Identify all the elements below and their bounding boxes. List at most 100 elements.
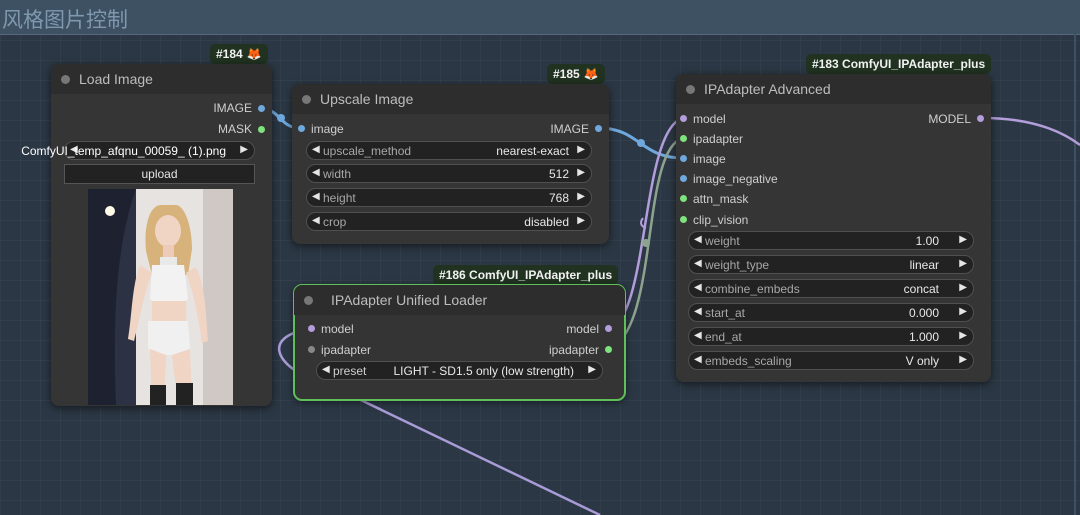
node-upscale-image[interactable]: Upscale Image image IMAGE ◀ upscale_meth… (292, 84, 609, 244)
triangle-left-icon[interactable]: ◀ (694, 330, 702, 341)
node-header[interactable]: Upscale Image (292, 84, 609, 114)
collapse-dot-icon[interactable] (686, 85, 695, 94)
collapse-dot-icon[interactable] (302, 95, 311, 104)
group-header[interactable]: 风格图片控制 (0, 0, 1080, 35)
triangle-right-icon[interactable]: ▶ (240, 144, 248, 155)
node-id-badge: #184 🦊 (210, 44, 268, 64)
input-ipadapter-label: ipadapter (321, 343, 372, 357)
triangle-right-icon[interactable]: ▶ (959, 354, 967, 365)
input-attn-mask-dot[interactable] (680, 195, 687, 202)
output-model-dot[interactable] (605, 325, 612, 332)
collapse-dot-icon[interactable] (304, 296, 313, 305)
triangle-right-icon[interactable]: ▶ (959, 282, 967, 293)
input-ipadapter-dot[interactable] (680, 135, 687, 142)
input-ipadapter-dot[interactable] (308, 346, 315, 353)
node-title: IPAdapter Advanced (704, 81, 831, 97)
fox-icon: 🦊 (583, 67, 599, 81)
input-image-negative-dot[interactable] (680, 175, 687, 182)
widget-start-at[interactable]: ◀ start_at 0.000 ▶ (688, 303, 974, 322)
widget-combine-embeds[interactable]: ◀ combine_embeds concat ▶ (688, 279, 974, 298)
triangle-left-icon[interactable]: ◀ (312, 144, 320, 155)
node-ipadapter-unified-loader[interactable]: IPAdapter Unified Loader model ipadapter… (293, 284, 626, 401)
widget-label: weight (705, 234, 740, 248)
node-ipadapter-advanced[interactable]: IPAdapter Advanced model ipadapter image… (676, 74, 991, 382)
input-model-dot[interactable] (680, 115, 687, 122)
widget-label: crop (323, 215, 347, 229)
output-model-dot[interactable] (977, 115, 984, 122)
input-image-dot[interactable] (298, 125, 305, 132)
input-attn-mask-label: attn_mask (693, 192, 749, 206)
fox-icon: 🦊 (246, 47, 262, 61)
node-title: Load Image (79, 71, 153, 87)
widget-value: 1.00 (915, 234, 939, 248)
triangle-right-icon[interactable]: ▶ (577, 191, 585, 202)
node-id-badge: #183 ComfyUI_IPAdapter_plus (806, 54, 992, 74)
node-header[interactable]: Load Image (51, 64, 272, 94)
image-select[interactable]: ◀ ComfyUI_temp_afqnu_00059_ (1).png ▶ (21, 141, 255, 160)
triangle-right-icon[interactable]: ▶ (959, 234, 967, 245)
output-image-dot[interactable] (258, 105, 265, 112)
triangle-left-icon[interactable]: ◀ (694, 234, 702, 245)
image-preview-picture (88, 189, 233, 405)
triangle-right-icon[interactable]: ▶ (577, 215, 585, 226)
output-mask-label: MASK (217, 122, 252, 136)
widget-label: upscale_method (323, 144, 412, 158)
widget-crop[interactable]: ◀ crop disabled ▶ (306, 212, 592, 231)
widget-value: 1.000 (908, 330, 939, 344)
triangle-left-icon[interactable]: ◀ (312, 191, 320, 202)
widget-upscale-method[interactable]: ◀ upscale_method nearest-exact ▶ (306, 141, 592, 160)
image-select-value: ComfyUI_temp_afqnu_00059_ (1).png (21, 144, 226, 158)
node-header[interactable]: IPAdapter Unified Loader (294, 285, 625, 315)
badge-label: #183 ComfyUI_IPAdapter_plus (812, 57, 986, 71)
widget-label: end_at (705, 330, 742, 344)
output-image-dot[interactable] (595, 125, 602, 132)
input-model-dot[interactable] (308, 325, 315, 332)
input-model-label: model (321, 322, 354, 336)
input-image-negative-label: image_negative (693, 172, 778, 186)
node-id-badge: #185 🦊 (547, 64, 605, 84)
triangle-left-icon[interactable]: ◀ (322, 364, 330, 375)
triangle-left-icon[interactable]: ◀ (694, 354, 702, 365)
widget-label: preset (333, 364, 367, 378)
triangle-right-icon[interactable]: ▶ (959, 306, 967, 317)
triangle-left-icon[interactable]: ◀ (694, 306, 702, 317)
widget-weight[interactable]: ◀ weight 1.00 ▶ (688, 231, 974, 250)
widget-embeds-scaling[interactable]: ◀ embeds_scaling V only ▶ (688, 351, 974, 370)
triangle-left-icon[interactable]: ◀ (312, 215, 320, 226)
output-ipadapter-dot[interactable] (605, 346, 612, 353)
input-image-label: image (311, 122, 344, 136)
widget-value: 768 (548, 191, 569, 205)
node-title: Upscale Image (320, 91, 414, 107)
widget-value: linear (909, 258, 939, 272)
triangle-right-icon[interactable]: ▶ (577, 144, 585, 155)
widget-label: weight_type (705, 258, 770, 272)
input-clip-vision-label: clip_vision (693, 213, 749, 227)
triangle-left-icon[interactable]: ◀ (312, 167, 320, 178)
widget-label: height (323, 191, 356, 205)
widget-label: start_at (705, 306, 746, 320)
widget-width[interactable]: ◀ width 512 ▶ (306, 164, 592, 183)
widget-value: 0.000 (908, 306, 939, 320)
triangle-right-icon[interactable]: ▶ (959, 330, 967, 341)
triangle-right-icon[interactable]: ▶ (588, 364, 596, 375)
triangle-left-icon[interactable]: ◀ (694, 282, 702, 293)
widget-preset[interactable]: ◀ preset LIGHT - SD1.5 only (low strengt… (316, 361, 603, 380)
input-image-dot[interactable] (680, 155, 687, 162)
triangle-left-icon[interactable]: ◀ (694, 258, 702, 269)
triangle-right-icon[interactable]: ▶ (959, 258, 967, 269)
widget-height[interactable]: ◀ height 768 ▶ (306, 188, 592, 207)
output-mask-dot[interactable] (258, 126, 265, 133)
widget-end-at[interactable]: ◀ end_at 1.000 ▶ (688, 327, 974, 346)
widget-value: 512 (548, 167, 569, 181)
input-clip-vision-dot[interactable] (680, 216, 687, 223)
input-image-label: image (693, 152, 726, 166)
collapse-dot-icon[interactable] (61, 75, 70, 84)
upload-button[interactable]: upload (64, 164, 255, 184)
triangle-right-icon[interactable]: ▶ (577, 167, 585, 178)
node-header[interactable]: IPAdapter Advanced (676, 74, 991, 104)
output-model-label: MODEL (928, 112, 971, 126)
badge-label: #186 ComfyUI_IPAdapter_plus (439, 268, 613, 282)
widget-weight-type[interactable]: ◀ weight_type linear ▶ (688, 255, 974, 274)
output-model-label: model (566, 322, 599, 336)
widget-value: LIGHT - SD1.5 only (low strength) (393, 364, 574, 378)
